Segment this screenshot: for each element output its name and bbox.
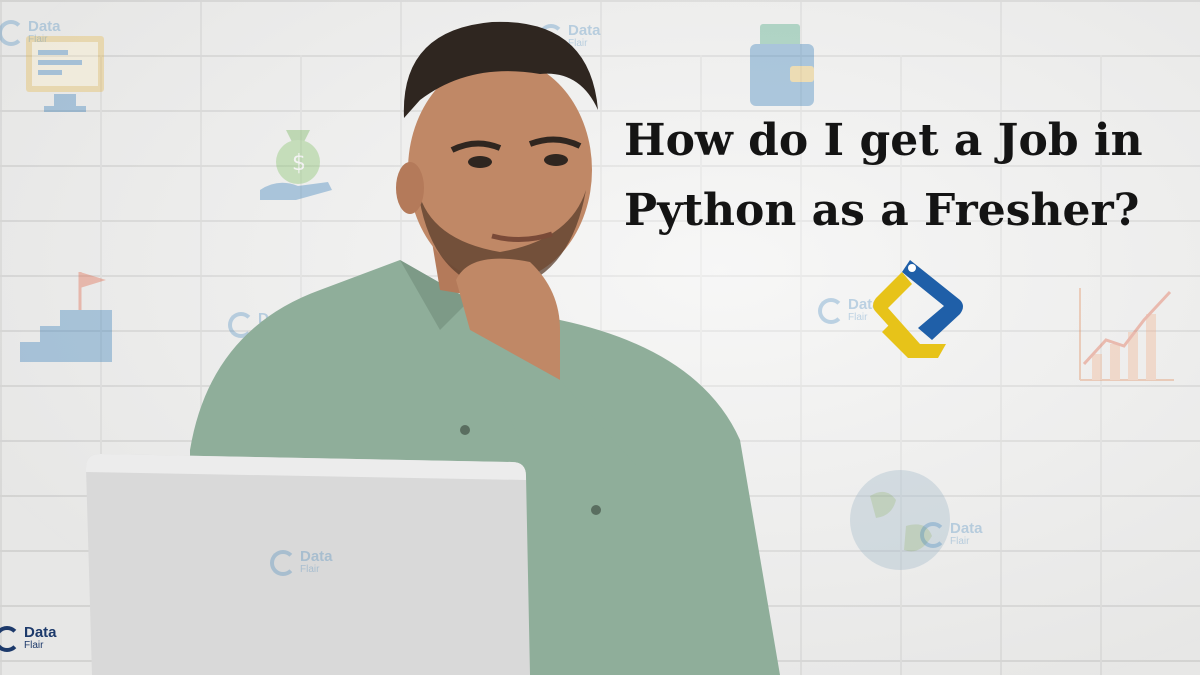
headline-line-1: How do I get a Job in: [624, 115, 1143, 166]
dataflair-logo: Data Flair: [0, 625, 57, 652]
dataflair-logo-icon: [0, 626, 20, 652]
globe-icon: [850, 470, 950, 570]
dataflair-logo-icon: [818, 298, 844, 324]
python-logo-icon: [873, 260, 963, 358]
dataflair-watermark: DataFlair: [920, 521, 983, 548]
dataflair-logo-icon: [270, 550, 296, 576]
headline-line-2: Python as a Fresher?: [624, 185, 1140, 236]
dataflair-watermark: DataFlair: [270, 549, 333, 576]
growth-chart-icon: [1079, 288, 1174, 381]
page-headline: How do I get a Job in Python as a Freshe…: [624, 106, 1200, 246]
dataflair-logo-icon: [920, 522, 946, 548]
thinking-man-photo: [86, 21, 780, 675]
